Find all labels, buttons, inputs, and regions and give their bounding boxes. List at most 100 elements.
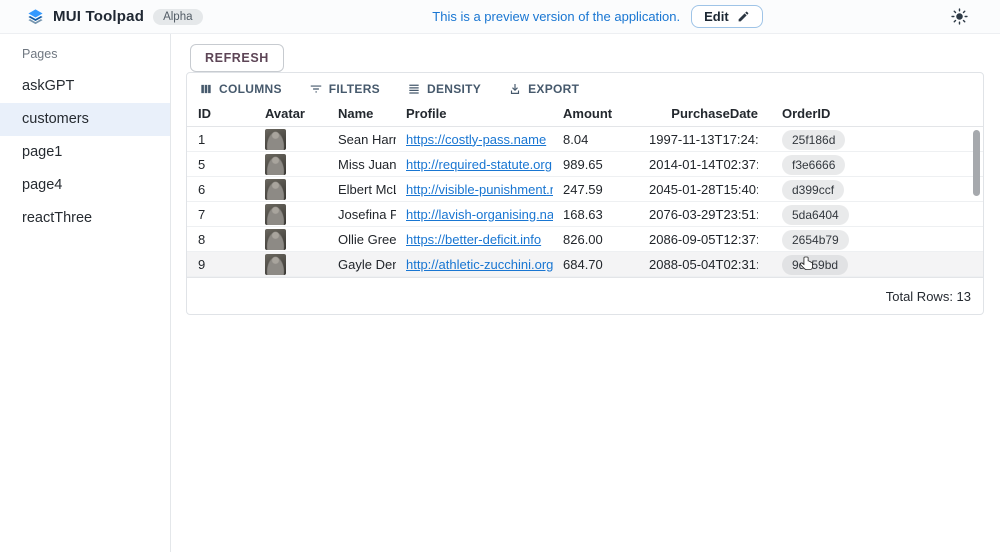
table-row[interactable]: 8 Ollie Green... https://better-deficit.… xyxy=(187,227,983,252)
sun-icon xyxy=(951,8,968,25)
profile-link[interactable]: https://costly-pass.name xyxy=(406,132,546,147)
export-button[interactable]: EXPORT xyxy=(508,82,579,96)
alpha-badge: Alpha xyxy=(153,9,202,25)
preview-banner: This is a preview version of the applica… xyxy=(270,5,925,28)
profile-link[interactable]: http://athletic-zucchini.org xyxy=(406,257,553,272)
cell-avatar-wrap xyxy=(255,179,328,200)
order-id-chip[interactable]: 9dc59bd xyxy=(782,255,848,275)
columns-button[interactable]: COLUMNS xyxy=(199,82,282,96)
table-row[interactable]: 1 Sean Harris https://costly-pass.name 8… xyxy=(187,127,983,152)
cell-id: 6 xyxy=(187,182,255,197)
cell-name: Elbert McL... xyxy=(328,182,396,197)
cell-profile: http://athletic-zucchini.org xyxy=(396,257,553,272)
cell-profile: http://visible-punishment.net xyxy=(396,182,553,197)
grid-footer: Total Rows: 13 xyxy=(187,277,983,314)
columns-button-label: COLUMNS xyxy=(219,82,282,96)
cell-avatar-wrap xyxy=(255,129,328,150)
topbar-actions xyxy=(925,8,1000,25)
cell-id: 8 xyxy=(187,232,255,247)
cell-order-id: 9dc59bd xyxy=(758,257,958,272)
cell-avatar-wrap xyxy=(255,154,328,175)
table-body: 1 Sean Harris https://costly-pass.name 8… xyxy=(187,127,983,277)
app-title: MUI Toolpad xyxy=(53,8,144,25)
cell-amount: 989.65 xyxy=(553,157,649,172)
column-header-amount[interactable]: Amount xyxy=(553,106,649,121)
cell-purchase-date: 2088-05-04T02:31:03.294Z xyxy=(649,257,758,272)
profile-link[interactable]: http://lavish-organising.name xyxy=(406,207,553,222)
sidebar-item-customers[interactable]: customers xyxy=(0,103,170,136)
table-row[interactable]: 5 Miss Juan ... http://required-statute.… xyxy=(187,152,983,177)
data-grid: COLUMNS FILTERS DENSITY EXPORT xyxy=(186,72,984,315)
download-icon xyxy=(508,82,522,96)
table-row[interactable]: 7 Josefina P... http://lavish-organising… xyxy=(187,202,983,227)
filters-button[interactable]: FILTERS xyxy=(309,82,380,96)
cell-purchase-date: 2045-01-28T15:40:06.325Z xyxy=(649,182,758,197)
sidebar: Pages askGPT customers page1 page4 react… xyxy=(0,34,171,552)
top-bar: MUI Toolpad Alpha This is a preview vers… xyxy=(0,0,1000,34)
cell-name: Sean Harris xyxy=(328,132,396,147)
cell-order-id: 5da6404 xyxy=(758,207,958,222)
vertical-scrollbar[interactable] xyxy=(973,130,980,196)
order-id-chip[interactable]: 5da6404 xyxy=(782,205,849,225)
cell-profile: https://costly-pass.name xyxy=(396,132,553,147)
column-headers: ID Avatar Name Profile Amount PurchaseDa… xyxy=(187,101,983,127)
density-button-label: DENSITY xyxy=(427,82,481,96)
column-header-id[interactable]: ID xyxy=(187,106,255,121)
order-id-chip[interactable]: d399ccf xyxy=(782,180,844,200)
order-id-chip[interactable]: f3e6666 xyxy=(782,155,845,175)
cell-purchase-date: 1997-11-13T17:24:11.769Z xyxy=(649,132,758,147)
profile-link[interactable]: http://required-statute.org xyxy=(406,157,552,172)
avatar xyxy=(265,179,286,200)
grid-toolbar: COLUMNS FILTERS DENSITY EXPORT xyxy=(187,73,983,101)
avatar xyxy=(265,204,286,225)
cell-avatar-wrap xyxy=(255,254,328,275)
cell-amount: 247.59 xyxy=(553,182,649,197)
export-button-label: EXPORT xyxy=(528,82,579,96)
brand-area: MUI Toolpad Alpha xyxy=(0,8,270,25)
sidebar-item-page4[interactable]: page4 xyxy=(0,169,170,202)
column-header-avatar[interactable]: Avatar xyxy=(255,106,328,121)
column-header-orderid[interactable]: OrderID xyxy=(758,106,958,121)
cell-profile: https://better-deficit.info xyxy=(396,232,553,247)
cell-profile: http://lavish-organising.name xyxy=(396,207,553,222)
sidebar-nav: askGPT customers page1 page4 reactThree xyxy=(0,70,170,235)
order-id-chip[interactable]: 25f186d xyxy=(782,130,845,150)
density-lines-icon xyxy=(407,82,421,96)
cell-name: Josefina P... xyxy=(328,207,396,222)
refresh-button[interactable]: REFRESH xyxy=(190,44,284,72)
profile-link[interactable]: http://visible-punishment.net xyxy=(406,182,553,197)
preview-text: This is a preview version of the applica… xyxy=(432,9,680,24)
theme-toggle-button[interactable] xyxy=(951,8,968,25)
table-row[interactable]: 9 Gayle Den... http://athletic-zucchini.… xyxy=(187,252,983,277)
sidebar-item-reactthree[interactable]: reactThree xyxy=(0,202,170,235)
cell-amount: 826.00 xyxy=(553,232,649,247)
density-button[interactable]: DENSITY xyxy=(407,82,481,96)
column-header-purchasedate[interactable]: PurchaseDate xyxy=(649,106,758,121)
avatar xyxy=(265,229,286,250)
cell-purchase-date: 2076-03-29T23:51:07.968Z xyxy=(649,207,758,222)
cell-profile: http://required-statute.org xyxy=(396,157,553,172)
sidebar-item-page1[interactable]: page1 xyxy=(0,136,170,169)
table-row[interactable]: 6 Elbert McL... http://visible-punishmen… xyxy=(187,177,983,202)
view-column-icon xyxy=(199,82,213,96)
cell-id: 5 xyxy=(187,157,255,172)
column-header-name[interactable]: Name xyxy=(328,106,396,121)
total-rows-label: Total Rows: 13 xyxy=(886,289,971,304)
cell-avatar-wrap xyxy=(255,204,328,225)
avatar xyxy=(265,129,286,150)
page-content: REFRESH COLUMNS FILTERS DENSITY xyxy=(171,34,1000,552)
edit-button[interactable]: Edit xyxy=(691,5,763,28)
edit-button-label: Edit xyxy=(704,9,729,24)
filters-button-label: FILTERS xyxy=(329,82,380,96)
column-header-profile[interactable]: Profile xyxy=(396,106,553,121)
layers-icon xyxy=(27,8,44,25)
sidebar-item-askgpt[interactable]: askGPT xyxy=(0,70,170,103)
order-id-chip[interactable]: 2654b79 xyxy=(782,230,849,250)
cell-purchase-date: 2086-09-05T12:37:27.015Z xyxy=(649,232,758,247)
sidebar-section-label: Pages xyxy=(0,34,170,70)
avatar xyxy=(265,254,286,275)
cell-amount: 168.63 xyxy=(553,207,649,222)
cell-avatar-wrap xyxy=(255,229,328,250)
profile-link[interactable]: https://better-deficit.info xyxy=(406,232,541,247)
filter-list-icon xyxy=(309,82,323,96)
